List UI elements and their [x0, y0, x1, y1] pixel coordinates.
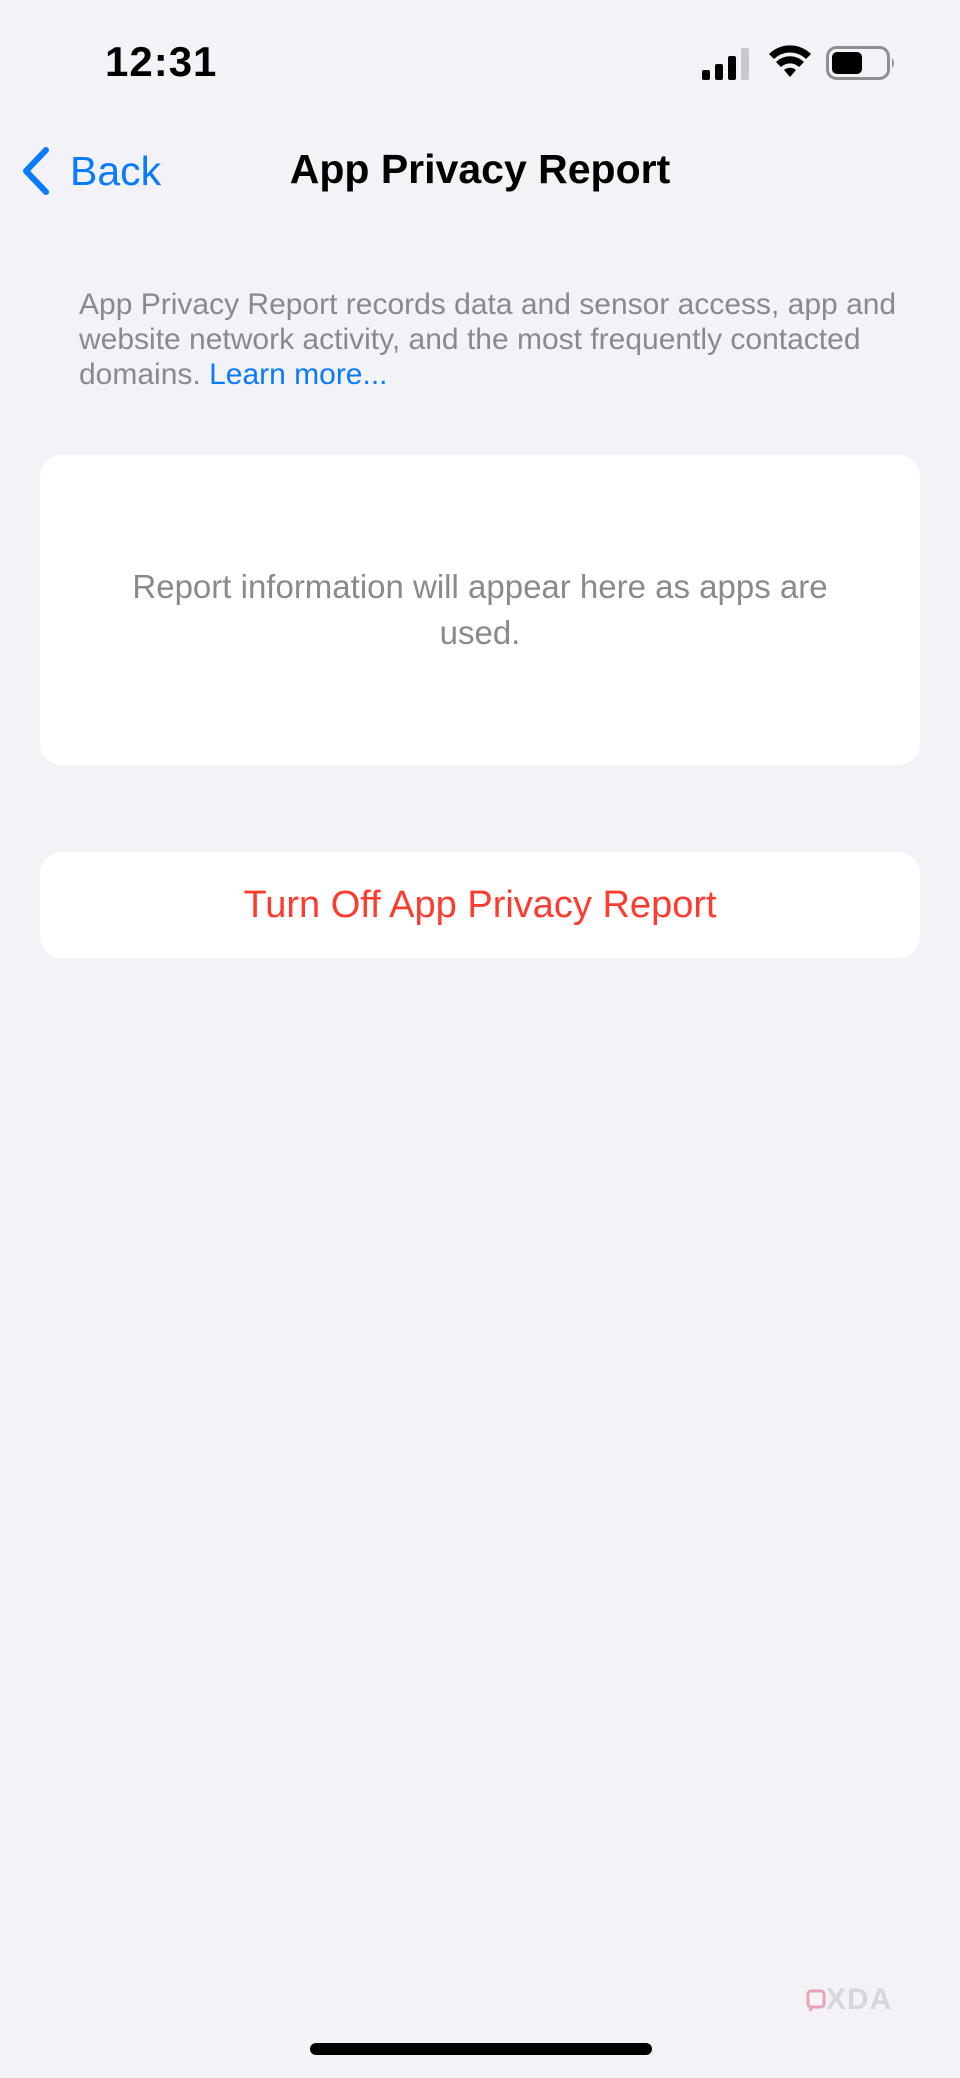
status-bar: 12:31 — [0, 0, 960, 120]
turn-off-label: Turn Off App Privacy Report — [243, 883, 717, 926]
turn-off-app-privacy-report-button[interactable]: Turn Off App Privacy Report — [40, 852, 920, 958]
page-title: App Privacy Report — [289, 146, 671, 192]
description-body: App Privacy Report records data and sens… — [79, 288, 897, 391]
status-time: 12:31 — [105, 38, 218, 85]
description-text: App Privacy Report records data and sens… — [79, 287, 899, 392]
xda-watermark-logo: XDA — [806, 1983, 898, 2017]
wifi-icon — [769, 45, 811, 77]
report-empty-message: Report information will appear here as a… — [132, 568, 828, 651]
report-card: Report information will appear here as a… — [40, 455, 920, 765]
xda-logo-icon — [806, 1989, 826, 2012]
home-indicator[interactable] — [310, 2043, 652, 2055]
battery-icon — [826, 46, 894, 80]
watermark-brand: XDA — [826, 1983, 893, 2016]
learn-more-link[interactable]: Learn more... — [209, 358, 387, 391]
navigation-bar: Back App Privacy Report — [0, 130, 960, 210]
cellular-signal-icon — [702, 48, 749, 80]
